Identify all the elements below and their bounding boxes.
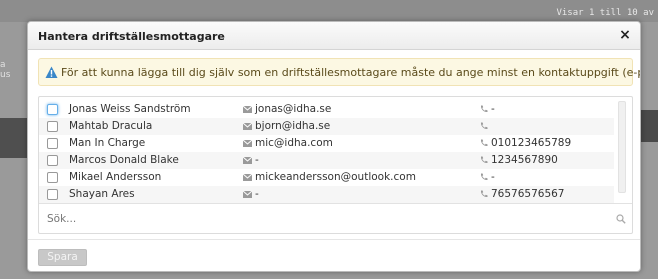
recipient-phone: - <box>480 171 495 183</box>
list-scrollbar[interactable] <box>618 101 626 193</box>
phone-icon <box>480 156 488 164</box>
recipient-email: mic@idha.com <box>243 137 333 149</box>
phone-icon <box>480 122 488 130</box>
recipient-email: - <box>243 188 259 200</box>
recipient-row[interactable]: Mahtab Dracula bjorn@idha.se <box>39 118 614 135</box>
phone-icon <box>480 173 488 181</box>
envelope-icon <box>243 190 252 198</box>
recipient-checkbox[interactable] <box>47 189 58 200</box>
recipient-name: Mikael Andersson <box>69 171 162 183</box>
recipient-phone <box>480 120 491 132</box>
recipient-name: Man In Charge <box>69 137 146 149</box>
recipient-name: Mahtab Dracula <box>69 120 153 132</box>
recipient-row[interactable]: Jonas Weiss Sandström jonas@idha.se - <box>39 101 614 118</box>
recipient-email: jonas@idha.se <box>243 103 331 115</box>
recipient-list: Jonas Weiss Sandström jonas@idha.se - Ma… <box>38 96 633 234</box>
warning-text: För att kunna lägga till dig själv som e… <box>61 66 641 79</box>
recipient-checkbox[interactable] <box>47 138 58 149</box>
recipient-email-text: - <box>255 154 259 166</box>
recipient-name: Marcos Donald Blake <box>69 154 179 166</box>
warning-triangle-icon <box>45 66 58 79</box>
recipient-name: Jonas Weiss Sandström <box>69 103 191 115</box>
recipient-phone: - <box>480 103 495 115</box>
phone-icon <box>480 105 488 113</box>
recipient-phone-text: 76576576567 <box>491 188 565 200</box>
recipient-phone: 010123465789 <box>480 137 571 149</box>
recipient-checkbox[interactable] <box>47 155 58 166</box>
recipient-phone-text: - <box>491 171 495 183</box>
background-fragment: us <box>0 70 11 80</box>
recipient-phone-text: 1234567890 <box>491 154 558 166</box>
envelope-icon <box>243 122 252 130</box>
recipient-email-text: mic@idha.com <box>255 137 333 149</box>
phone-icon <box>480 139 488 147</box>
save-button[interactable]: Spara <box>38 249 87 266</box>
recipient-rows: Jonas Weiss Sandström jonas@idha.se - Ma… <box>39 101 614 203</box>
recipient-email-text: bjorn@idha.se <box>255 120 331 132</box>
close-icon[interactable]: × <box>618 27 632 43</box>
background-dark-block <box>640 110 658 142</box>
recipient-phone-text: - <box>491 103 495 115</box>
envelope-icon <box>243 173 252 181</box>
recipient-row[interactable]: Marcos Donald Blake - 1234567890 <box>39 152 614 169</box>
background-dark-block <box>0 118 30 158</box>
dialog-header: Hantera driftställesmottagare × <box>28 22 640 50</box>
recipient-email-text: mickeandersson@outlook.com <box>255 171 416 183</box>
recipient-email-text: jonas@idha.se <box>255 103 332 115</box>
recipient-checkbox[interactable] <box>47 121 58 132</box>
background-pagination-info: Visar 1 till 10 av <box>556 8 654 18</box>
recipient-phone: 1234567890 <box>480 154 558 166</box>
envelope-icon <box>243 139 252 147</box>
recipient-checkbox[interactable] <box>47 104 58 115</box>
manage-recipients-dialog: Hantera driftställesmottagare × För att … <box>27 21 641 272</box>
dialog-title: Hantera driftställesmottagare <box>38 30 225 43</box>
recipient-email: bjorn@idha.se <box>243 120 330 132</box>
phone-icon <box>480 190 488 198</box>
recipient-row[interactable]: Man In Charge mic@idha.com 010123465789 <box>39 135 614 152</box>
recipient-phone: 76576576567 <box>480 188 565 200</box>
envelope-icon <box>243 156 252 164</box>
recipient-row[interactable]: Mikael Andersson mickeandersson@outlook.… <box>39 169 614 186</box>
recipient-email-text: - <box>255 188 259 200</box>
dialog-footer: Spara <box>28 239 640 271</box>
recipient-email: mickeandersson@outlook.com <box>243 171 416 183</box>
recipient-row[interactable]: Shayan Ares - 76576576567 <box>39 186 614 203</box>
background-fragment: a <box>0 60 6 70</box>
envelope-icon <box>243 105 252 113</box>
recipient-name: Shayan Ares <box>69 188 135 200</box>
search-input[interactable] <box>45 211 605 227</box>
recipient-phone-text: 010123465789 <box>491 137 572 149</box>
search-area <box>39 203 632 233</box>
recipient-checkbox[interactable] <box>47 172 58 183</box>
magnifier-icon[interactable] <box>616 214 626 224</box>
recipient-email: - <box>243 154 259 166</box>
warning-alert: För att kunna lägga till dig själv som e… <box>38 58 640 86</box>
